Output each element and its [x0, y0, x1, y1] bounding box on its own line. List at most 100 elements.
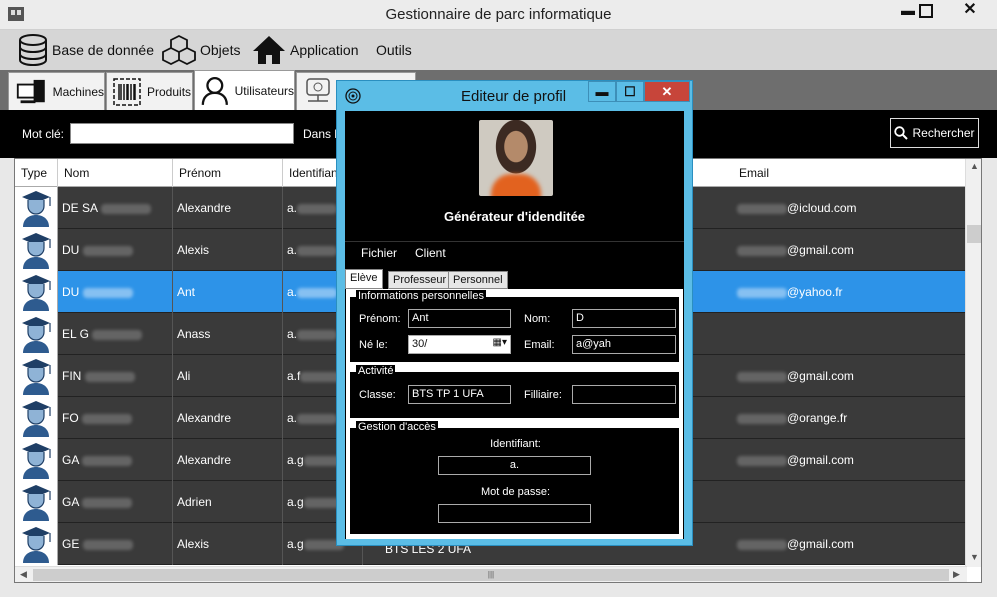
prenom-input[interactable]: Ant — [408, 309, 511, 328]
col-nom[interactable]: Nom — [58, 159, 173, 187]
horizontal-scrollbar[interactable]: ◀ ||| ▶ — [15, 566, 967, 582]
calendar-dropdown-icon[interactable]: ▦▾ — [493, 337, 507, 348]
classe-input[interactable]: BTS TP 1 UFA — [408, 385, 511, 404]
activity-group: Activité Classe: BTS TP 1 UFA Filliaire: — [349, 365, 680, 419]
search-button-label: Rechercher — [912, 126, 975, 140]
nom-cell: GA — [58, 481, 173, 523]
network-icon — [306, 77, 330, 102]
nom-cell: DU — [58, 229, 173, 271]
prenom-cell: Anass — [173, 313, 283, 355]
dialog-minimize-button[interactable]: ▬ — [588, 81, 616, 102]
menu-tools[interactable]: Outils — [372, 30, 412, 70]
nom-value: GA — [62, 495, 79, 509]
email-cell: @gmail.com — [733, 523, 967, 565]
dialog-title-bar: Editeur de profil ▬ ☐ ✕ — [337, 81, 692, 111]
email-cell: @gmail.com — [733, 229, 967, 271]
redacted-text — [297, 287, 338, 298]
keyword-input[interactable] — [70, 123, 294, 144]
col-email[interactable]: Email — [733, 159, 967, 187]
menu-application-label: Application — [290, 42, 359, 58]
dialog-title: Editeur de profil — [461, 88, 567, 105]
keyword-label: Mot clé: — [22, 127, 65, 141]
student-icon — [19, 357, 53, 397]
eleve-panel: Informations personnelles Prénom: Ant No… — [346, 289, 683, 539]
vertical-scrollbar[interactable]: ▲ ▼ — [965, 159, 981, 567]
vertical-scroll-thumb[interactable] — [967, 225, 981, 243]
tab-utilisateurs-label: Utilisateurs — [234, 83, 294, 98]
menu-application[interactable]: Application — [252, 30, 359, 70]
tab-eleve[interactable]: Elève — [345, 269, 383, 289]
password-label: Mot de passe: — [480, 486, 551, 498]
col-type[interactable]: Type — [15, 159, 58, 187]
col-prenom[interactable]: Prénom — [173, 159, 283, 187]
redacted-text — [737, 455, 787, 466]
nom-cell: GE — [58, 523, 173, 565]
nom-cell: FIN — [58, 355, 173, 397]
redacted-text — [737, 539, 787, 550]
redacted-text — [297, 203, 338, 214]
filiere-input[interactable] — [572, 385, 676, 404]
scroll-up-icon[interactable]: ▲ — [970, 161, 979, 171]
personal-info-group: Informations personnelles Prénom: Ant No… — [349, 290, 680, 363]
tab-personnel[interactable]: Personnel — [448, 271, 508, 289]
scroll-down-icon[interactable]: ▼ — [970, 552, 979, 562]
prenom-cell: Adrien — [173, 481, 283, 523]
prenom-value: Alexandre — [177, 453, 232, 467]
tab-machines[interactable]: Machines — [8, 72, 105, 110]
menu-database[interactable]: Base de donnée — [18, 30, 154, 70]
type-cell — [15, 439, 58, 481]
search-button[interactable]: Rechercher — [890, 118, 979, 148]
identifiant-label: Identifiant: — [490, 438, 541, 450]
redacted-text — [82, 287, 133, 298]
scroll-left-icon[interactable]: ◀ — [20, 569, 27, 580]
search-icon — [894, 126, 909, 140]
student-icon — [19, 315, 53, 355]
identifiant-value: a. — [287, 411, 298, 425]
nom-value: GE — [62, 537, 80, 551]
email-cell: @gmail.com — [733, 355, 967, 397]
identifiant-value: a.g — [287, 495, 304, 509]
nom-value: GA — [62, 453, 79, 467]
redacted-text — [297, 245, 338, 256]
email-cell: @orange.fr — [733, 397, 967, 439]
type-cell — [15, 523, 58, 565]
menu-objects[interactable]: Objets — [162, 30, 240, 70]
activity-title: Activité — [356, 365, 396, 377]
prenom-cell: Ant — [173, 271, 283, 313]
horizontal-scroll-thumb[interactable]: ||| — [33, 569, 949, 581]
scroll-right-icon[interactable]: ▶ — [953, 569, 960, 580]
email-cell — [733, 313, 967, 355]
identifiant-value: a.f — [287, 369, 301, 383]
dialog-menu-bar: Fichier Client — [345, 241, 684, 263]
prenom-value: Adrien — [177, 495, 212, 509]
computer-icon — [16, 79, 45, 103]
birthdate-label: Né le: — [359, 339, 388, 351]
email-cell: @gmail.com — [733, 439, 967, 481]
type-cell — [15, 481, 58, 523]
profile-photo[interactable] — [479, 120, 553, 196]
password-input[interactable] — [438, 504, 591, 523]
prenom-cell: Alexandre — [173, 187, 283, 229]
email-input[interactable]: a@yah — [572, 335, 676, 354]
nom-input[interactable]: D — [572, 309, 676, 328]
tab-produits[interactable]: Produits — [106, 72, 193, 110]
tab-professeur[interactable]: Professeur — [388, 271, 452, 289]
tab-machines-label: Machines — [52, 84, 104, 99]
dialog-menu-fichier[interactable]: Fichier — [361, 246, 397, 260]
redacted-text — [100, 203, 151, 214]
identifiant-input[interactable]: a. — [438, 456, 591, 475]
maximize-button[interactable] — [919, 4, 933, 18]
redacted-text — [82, 455, 133, 466]
prenom-cell: Alexandre — [173, 397, 283, 439]
prenom-value: Ant — [177, 285, 196, 299]
identifiant-value: a.g — [287, 537, 304, 551]
prenom-cell: Ali — [173, 355, 283, 397]
dialog-menu-client[interactable]: Client — [415, 246, 446, 260]
dialog-maximize-button[interactable]: ☐ — [616, 81, 644, 102]
student-icon — [19, 231, 53, 271]
tab-utilisateurs[interactable]: Utilisateurs — [194, 70, 295, 110]
close-button[interactable]: ✕ — [955, 0, 985, 22]
generator-heading: Générateur d'idenditée — [443, 209, 586, 224]
dialog-close-button[interactable]: ✕ — [644, 81, 690, 102]
birthdate-picker[interactable]: 30/ ▦▾ — [408, 335, 511, 354]
